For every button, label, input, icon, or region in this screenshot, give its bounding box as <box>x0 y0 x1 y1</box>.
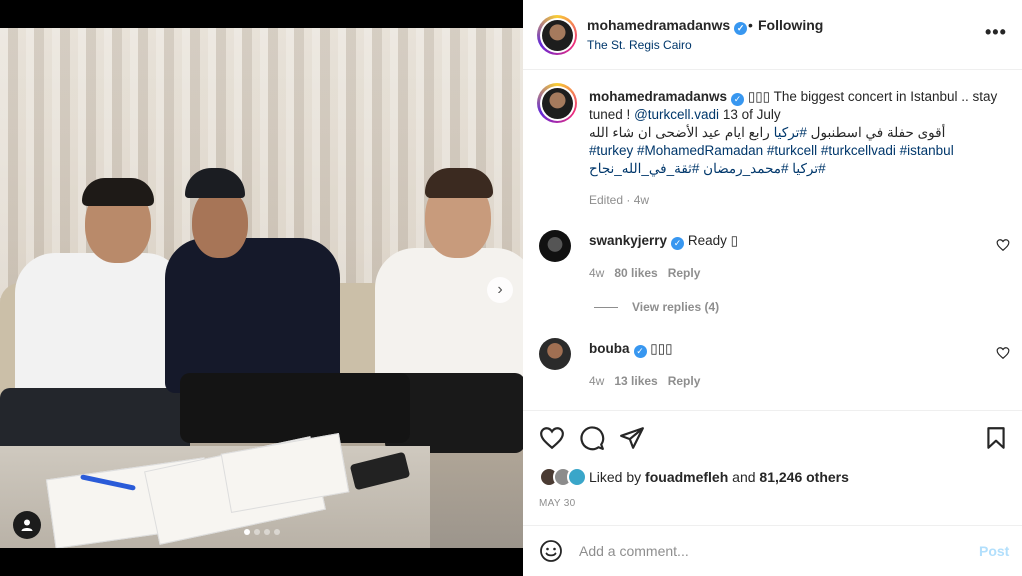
carousel-dot <box>264 529 270 535</box>
hashtags-en[interactable]: #turkey #MohamedRamadan #turkcell #turkc… <box>589 142 999 160</box>
view-replies-label[interactable]: View replies (4) <box>632 300 719 314</box>
location-link[interactable]: The St. Regis Cairo <box>587 38 692 52</box>
separator-dot: • <box>748 17 753 33</box>
author-username[interactable]: mohamedramadanws ✓ <box>587 17 748 35</box>
user-icon <box>21 519 33 531</box>
caption-arabic-text: أقوى حفلة في اسطنبول <box>810 125 946 140</box>
caption-mention[interactable]: @turkcell.vadi <box>634 107 719 122</box>
like-heart-icon[interactable] <box>539 425 565 451</box>
comment-like-heart-icon[interactable] <box>996 238 1010 252</box>
comment-time: 4w <box>589 266 605 280</box>
comment-text: Ready ▯ <box>687 233 739 248</box>
caption-edited-time: Edited · 4w <box>589 193 650 207</box>
likes-summary: Liked by fouadmefleh and 81,246 others <box>539 467 849 487</box>
liked-by-user[interactable]: fouadmefleh <box>645 469 728 485</box>
comment-reply-button[interactable]: Reply <box>668 266 701 280</box>
carousel-indicators <box>244 529 280 535</box>
comment-text: ▯▯▯ <box>650 341 673 356</box>
comments-section[interactable]: mohamedramadanws ✓ ▯▯▯ The biggest concer… <box>523 71 1022 410</box>
share-paper-plane-icon[interactable] <box>619 425 645 451</box>
tagged-users-button[interactable] <box>13 511 41 539</box>
carousel-next-button[interactable]: › <box>487 277 513 303</box>
chevron-right-icon: › <box>497 281 503 298</box>
save-bookmark-icon[interactable] <box>983 425 1009 451</box>
more-options-icon[interactable]: ••• <box>985 22 1007 43</box>
add-comment-bar: Post <box>523 525 1022 576</box>
comment-reply-button[interactable]: Reply <box>668 374 701 388</box>
comment-meta: 4w 13 likes Reply <box>589 374 700 388</box>
verified-badge-icon: ✓ <box>671 237 685 250</box>
comment-meta: 4w 80 likes Reply <box>589 266 700 280</box>
post-photo <box>0 28 523 548</box>
comment-bubble-icon[interactable] <box>579 425 605 451</box>
liker-avatars[interactable] <box>539 467 587 487</box>
comment-username[interactable]: swankyjerry <box>589 233 667 248</box>
carousel-dot <box>274 529 280 535</box>
caption-username[interactable]: mohamedramadanws <box>589 89 727 104</box>
verified-badge-icon: ✓ <box>633 345 647 358</box>
comment-like-heart-icon[interactable] <box>996 346 1010 360</box>
post-actions: Liked by fouadmefleh and 81,246 others M… <box>523 410 1022 525</box>
verified-badge-icon: ✓ <box>734 22 748 35</box>
hashtag-link[interactable]: #تركيا <box>774 125 807 140</box>
replies-divider <box>594 306 618 308</box>
following-button[interactable]: Following <box>758 17 823 33</box>
author-avatar[interactable] <box>537 15 577 55</box>
caption-date: 13 of July <box>722 107 781 122</box>
post-media[interactable]: › <box>0 0 523 576</box>
comment: swankyjerry ✓ Ready ▯ <box>589 233 738 250</box>
comment-input[interactable] <box>579 540 959 562</box>
author-username-text[interactable]: mohamedramadanws <box>587 17 730 33</box>
post-sidebar: mohamedramadanws ✓ • Following The St. Re… <box>523 0 1022 576</box>
comment-likes[interactable]: 13 likes <box>614 374 657 388</box>
comment-time: 4w <box>589 374 605 388</box>
emoji-icon[interactable] <box>539 539 563 563</box>
likes-others[interactable]: 81,246 others <box>759 469 849 485</box>
likes-and: and <box>732 469 756 485</box>
caption-avatar[interactable] <box>537 83 577 123</box>
carousel-dot <box>254 529 260 535</box>
liked-by-label: Liked by <box>589 469 642 485</box>
post-header: mohamedramadanws ✓ • Following The St. Re… <box>523 0 1022 70</box>
post-date[interactable]: MAY 30 <box>539 498 575 509</box>
post-comment-button[interactable]: Post <box>979 543 1009 559</box>
comment-username[interactable]: bouba <box>589 341 630 356</box>
comment-likes[interactable]: 80 likes <box>614 266 657 280</box>
caption: mohamedramadanws ✓ ▯▯▯ The biggest concer… <box>589 88 999 178</box>
comment-avatar[interactable] <box>539 230 571 262</box>
hashtags-ar[interactable]: #تركيا #محمد_رمضان #ثقة_في_الله_نجاح <box>589 160 999 178</box>
view-replies-button[interactable]: View replies (4) <box>594 300 719 314</box>
caption-arabic-end: رابع ايام عيد الأضحى ان شاء الله <box>589 125 770 140</box>
carousel-dot <box>244 529 250 535</box>
caption-arabic-line: أقوى حفلة في اسطنبول #تركيا رابع ايام عي… <box>589 124 999 142</box>
caption-emojis: ▯▯▯ <box>747 89 771 104</box>
verified-badge-icon: ✓ <box>731 92 745 106</box>
comment-avatar[interactable] <box>539 338 571 370</box>
comment: bouba ✓ ▯▯▯ <box>589 341 673 358</box>
